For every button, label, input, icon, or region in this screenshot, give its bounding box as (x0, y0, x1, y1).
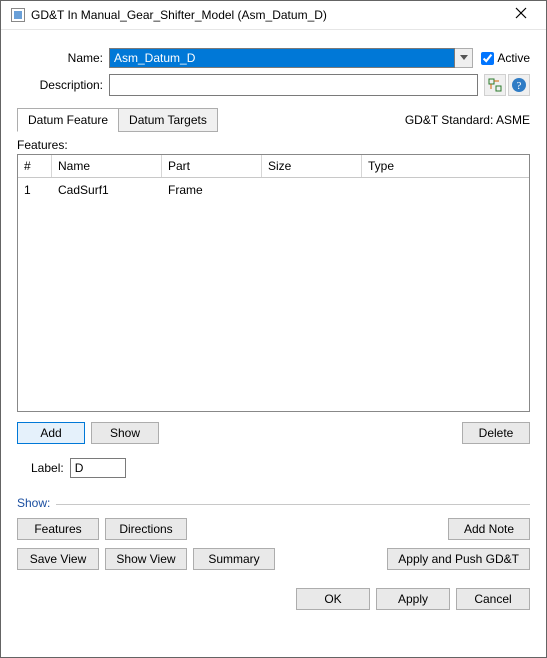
help-icon[interactable]: ? (508, 74, 530, 96)
name-dropdown-button[interactable] (455, 48, 473, 68)
add-note-button[interactable]: Add Note (448, 518, 530, 540)
tab-datum-feature[interactable]: Datum Feature (17, 108, 119, 132)
cell-size (262, 180, 362, 200)
active-checkbox-input[interactable] (481, 52, 494, 65)
cell-num: 1 (18, 180, 52, 200)
gdt-standard-text: GD&T Standard: ASME (405, 113, 530, 127)
active-label: Active (497, 51, 530, 65)
show-view-button[interactable]: Show View (105, 548, 187, 570)
grid-header-part[interactable]: Part (162, 155, 262, 177)
features-button[interactable]: Features (17, 518, 99, 540)
titlebar: GD&T In Manual_Gear_Shifter_Model (Asm_D… (1, 1, 546, 30)
features-grid: # Name Part Size Type 1 CadSurf1 Frame (17, 154, 530, 412)
tab-bar: Datum Feature Datum Targets (17, 108, 218, 132)
delete-button[interactable]: Delete (462, 422, 530, 444)
show-section-title: Show: (17, 496, 56, 510)
add-button[interactable]: Add (17, 422, 85, 444)
cell-name: CadSurf1 (52, 180, 162, 200)
apply-push-gdt-button[interactable]: Apply and Push GD&T (387, 548, 530, 570)
directions-button: Directions (105, 518, 187, 540)
summary-button[interactable]: Summary (193, 548, 275, 570)
show-button[interactable]: Show (91, 422, 159, 444)
cell-type (362, 180, 529, 200)
label-input[interactable] (70, 458, 126, 478)
description-label: Description: (17, 78, 109, 92)
active-checkbox[interactable]: Active (481, 51, 530, 65)
apply-button[interactable]: Apply (376, 588, 450, 610)
grid-header-name[interactable]: Name (52, 155, 162, 177)
label-field-caption: Label: (31, 461, 64, 475)
ok-button[interactable]: OK (296, 588, 370, 610)
close-button[interactable] (506, 7, 536, 23)
features-caption: Features: (17, 138, 530, 152)
tab-datum-targets[interactable]: Datum Targets (118, 108, 218, 132)
grid-header-num[interactable]: # (18, 155, 52, 177)
grid-header-type[interactable]: Type (362, 155, 529, 177)
pick-feature-icon[interactable] (484, 74, 506, 96)
description-input[interactable] (109, 74, 478, 96)
save-view-button[interactable]: Save View (17, 548, 99, 570)
name-input[interactable] (109, 48, 455, 68)
table-row[interactable]: 1 CadSurf1 Frame (18, 178, 529, 202)
cancel-button[interactable]: Cancel (456, 588, 530, 610)
app-icon (11, 8, 25, 22)
name-label: Name: (17, 51, 109, 65)
svg-text:?: ? (517, 80, 522, 92)
grid-header-size[interactable]: Size (262, 155, 362, 177)
cell-part: Frame (162, 180, 262, 200)
dialog-title: GD&T In Manual_Gear_Shifter_Model (Asm_D… (31, 8, 506, 22)
